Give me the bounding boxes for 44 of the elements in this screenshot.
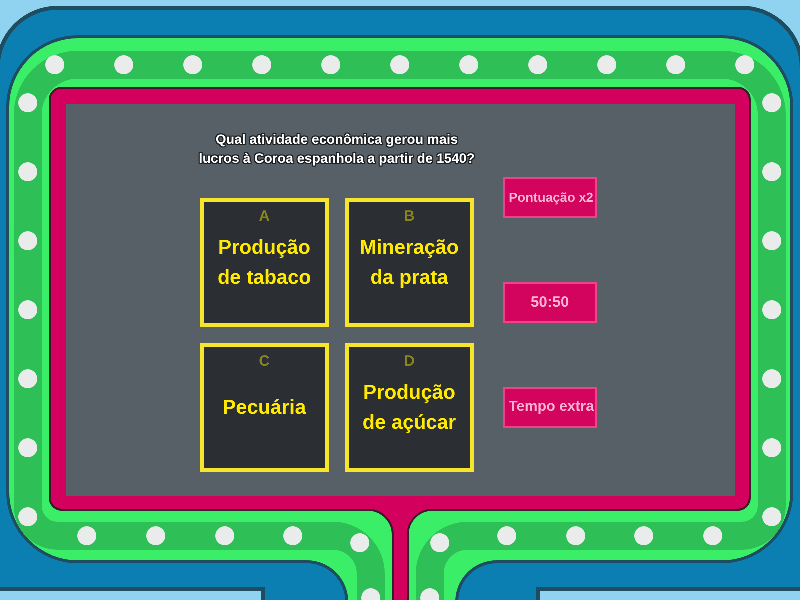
light-dot-icon bbox=[18, 438, 38, 458]
light-dot-icon bbox=[666, 56, 686, 74]
light-dot-icon bbox=[566, 526, 586, 546]
light-dot-icon bbox=[762, 508, 782, 526]
light-dot-icon bbox=[184, 56, 202, 74]
light-dot-icon bbox=[634, 526, 654, 546]
light-dot-icon bbox=[762, 232, 782, 250]
light-dot-icon bbox=[762, 162, 782, 182]
light-dot-icon bbox=[704, 526, 722, 546]
option-letter: B bbox=[404, 207, 415, 227]
light-dot-icon bbox=[18, 162, 38, 182]
light-dot-icon bbox=[114, 56, 134, 74]
option-letter: D bbox=[404, 352, 415, 372]
light-dot-icon bbox=[146, 526, 166, 546]
light-dot-icon bbox=[18, 370, 38, 388]
light-dot-icon bbox=[216, 526, 234, 546]
light-dot-icon bbox=[762, 438, 782, 458]
answer-button[interactable]: D Produção de açúcar bbox=[345, 343, 474, 472]
light-dot-icon bbox=[498, 526, 516, 546]
answer-button[interactable]: A Produção de tabaco bbox=[200, 198, 329, 327]
light-dot-icon bbox=[350, 534, 370, 552]
question-text: Qual atividade econômica gerou mais lucros à Coroa espanhola a partir de 1540? bbox=[198, 131, 476, 168]
option-letter: A bbox=[259, 207, 270, 227]
light-dot-icon bbox=[284, 526, 302, 546]
light-dot-icon bbox=[46, 56, 64, 74]
answer-button[interactable]: C Pecuária bbox=[200, 343, 329, 472]
light-dot-icon bbox=[18, 300, 38, 320]
light-dot-icon bbox=[390, 56, 410, 74]
light-dot-icon bbox=[762, 300, 782, 320]
light-dot-icon bbox=[18, 508, 38, 526]
light-dot-icon bbox=[736, 56, 754, 74]
light-dot-icon bbox=[252, 56, 272, 74]
light-dot-icon bbox=[460, 56, 478, 74]
light-dot-icon bbox=[322, 56, 340, 74]
light-dot-icon bbox=[598, 56, 616, 74]
light-dot-icon bbox=[528, 56, 548, 74]
option-letter: C bbox=[259, 352, 270, 372]
answer-button[interactable]: B Mineração da prata bbox=[345, 198, 474, 327]
light-dot-icon bbox=[762, 94, 782, 112]
light-dot-icon bbox=[78, 526, 96, 546]
light-dot-icon bbox=[18, 94, 38, 112]
light-dot-icon bbox=[430, 534, 450, 552]
light-dot-icon bbox=[18, 232, 38, 250]
light-dot-icon bbox=[762, 370, 782, 388]
